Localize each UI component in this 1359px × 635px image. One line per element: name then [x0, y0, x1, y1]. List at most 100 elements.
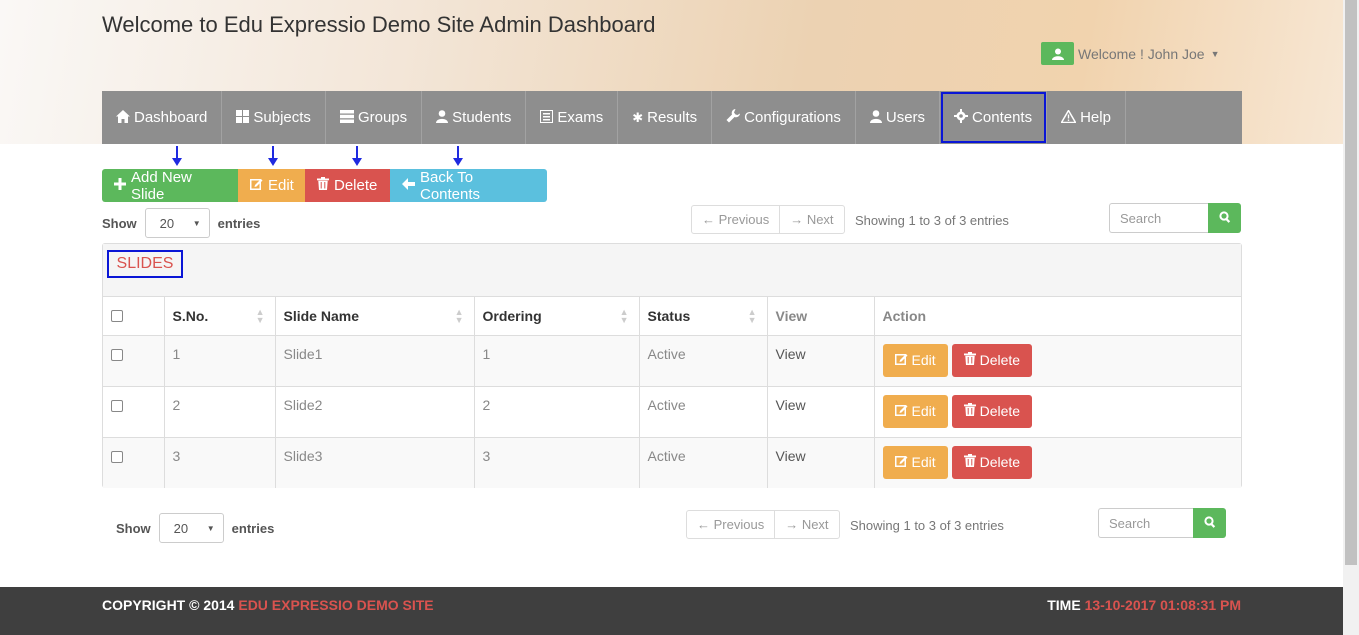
entries-label: entries [231, 520, 275, 536]
column-header-sno[interactable]: S.No. ▲ ▼ [164, 297, 276, 336]
page-length-select[interactable]: 20 ▼ [158, 513, 224, 543]
show-label: Show [102, 215, 137, 231]
delete-button[interactable]: Delete [305, 169, 390, 202]
action-toolbar: Add New Slide Edit Delete Back To Conten… [102, 168, 547, 203]
ordering-cell: 1 [474, 335, 640, 387]
nav-item-results[interactable]: ✱ Results [618, 91, 713, 144]
next-page-button[interactable]: → Next [774, 511, 838, 538]
row-checkbox-cell [103, 335, 165, 387]
button-label: Add New Slide [131, 168, 192, 203]
view-link[interactable]: View [767, 437, 875, 488]
user-menu[interactable]: Welcome ! John Joe ▼ [1041, 42, 1220, 65]
pagination-bottom: ← Previous → Next [686, 510, 840, 539]
search-button[interactable] [1208, 203, 1241, 233]
page-length-control-bottom: Show 20 ▼ entries [116, 513, 274, 543]
action-cell: Edit Delete [874, 335, 1241, 387]
nav-item-exams[interactable]: Exams [526, 91, 619, 144]
nav-item-help[interactable]: Help [1047, 91, 1126, 144]
nav-item-groups[interactable]: Groups [326, 91, 423, 144]
slides-panel: SLIDES S.No. ▲ ▼ Slide Name ▲ ▼ Ordering ▲… [102, 243, 1242, 488]
nav-item-configurations[interactable]: Configurations [712, 91, 856, 144]
row-checkbox[interactable] [111, 450, 123, 463]
search-icon [1218, 210, 1231, 226]
next-page-button[interactable]: → Next [779, 206, 843, 233]
clock: TIME 13-10-2017 01:08:31 PM [1047, 597, 1241, 613]
nav-item-students[interactable]: Students [422, 91, 527, 144]
page-length-control: Show 20 ▼ entries [102, 208, 260, 238]
search-input[interactable]: Search [1098, 508, 1193, 538]
user-icon [869, 109, 882, 126]
nav-item-contents[interactable]: Contents [940, 91, 1048, 144]
column-header-status[interactable]: Status ▲ ▼ [639, 297, 768, 336]
annotation-arrow [172, 146, 182, 166]
list-icon [540, 109, 554, 126]
button-label: Back To Contents [420, 168, 481, 203]
add-new-slide-button[interactable]: Add New Slide [102, 168, 238, 203]
entries-info: Showing 1 to 3 of 3 entries [855, 213, 1009, 228]
back-to-contents-button[interactable]: Back To Contents [390, 168, 547, 203]
view-link[interactable]: View [767, 386, 875, 438]
warning-icon [1060, 108, 1077, 126]
arrow-left-icon [402, 177, 415, 194]
button-label: Delete [334, 177, 378, 194]
table-header-row: S.No. ▲ ▼ Slide Name ▲ ▼ Ordering ▲ ▼ Statu… [103, 297, 1241, 336]
nav-item-dashboard[interactable]: Dashboard [102, 91, 223, 144]
sort-icon: ▲ ▼ [619, 307, 629, 325]
nav-item-label: Help [1080, 109, 1111, 126]
nav-item-label: Subjects [253, 109, 311, 126]
ordering-cell: 2 [474, 386, 640, 438]
edit-icon [894, 403, 908, 419]
row-edit-button[interactable]: Edit [882, 394, 948, 428]
nav-item-subjects[interactable]: Subjects [222, 91, 326, 144]
page-length-value: 20 [173, 520, 189, 536]
edit-icon [894, 352, 908, 368]
action-cell: Edit Delete [874, 386, 1241, 438]
sno-cell: 1 [164, 335, 276, 387]
page-scrollbar[interactable] [1343, 0, 1359, 635]
annotation-arrow [352, 146, 362, 166]
row-edit-button[interactable]: Edit [882, 343, 948, 377]
row-delete-button[interactable]: Delete [951, 394, 1033, 428]
status-cell: Active [639, 335, 768, 387]
search-button[interactable] [1193, 508, 1226, 538]
row-checkbox[interactable] [111, 348, 123, 361]
column-header-slide-name[interactable]: Slide Name ▲ ▼ [275, 297, 475, 336]
scrollbar-thumb[interactable] [1345, 0, 1357, 565]
row-edit-button[interactable]: Edit [882, 445, 948, 479]
page-length-select[interactable]: 20 ▼ [144, 208, 210, 238]
nav-item-label: Results [647, 109, 698, 126]
nav-item-label: Dashboard [134, 109, 208, 126]
wrench-icon [726, 109, 741, 126]
column-header-ordering[interactable]: Ordering ▲ ▼ [474, 297, 640, 336]
user-icon [436, 109, 449, 126]
ordering-cell: 3 [474, 437, 640, 488]
search-icon [1203, 515, 1216, 531]
caret-down-icon: ▼ [206, 523, 215, 533]
previous-page-button[interactable]: ← Previous [692, 206, 779, 233]
nav-item-label: Exams [557, 109, 604, 126]
plus-icon [114, 177, 126, 194]
edit-button[interactable]: Edit [238, 169, 305, 202]
nav-item-label: Users [885, 109, 926, 126]
slides-table: S.No. ▲ ▼ Slide Name ▲ ▼ Ordering ▲ ▼ Statu… [103, 297, 1241, 488]
nav-item-users[interactable]: Users [856, 91, 941, 144]
select-all-checkbox[interactable] [111, 309, 123, 322]
row-checkbox[interactable] [111, 399, 123, 412]
panel-title: SLIDES [107, 250, 183, 278]
nav-item-label: Groups [357, 109, 408, 126]
trash-icon [963, 352, 976, 368]
previous-page-button[interactable]: ← Previous [687, 511, 774, 538]
table-row: 2 Slide2 2 Active View Edit Delete [103, 386, 1241, 438]
user-icon [1041, 42, 1074, 65]
slide-name-cell: Slide2 [275, 386, 475, 438]
search-input[interactable]: Search [1109, 203, 1208, 233]
sno-cell: 3 [164, 437, 276, 488]
column-header-action: Action [874, 297, 1241, 336]
table-row: 3 Slide3 3 Active View Edit Delete [103, 437, 1241, 488]
trash-icon [963, 403, 976, 419]
view-link[interactable]: View [767, 335, 875, 387]
pagination: ← Previous → Next [691, 205, 845, 234]
edit-icon [894, 454, 908, 470]
row-delete-button[interactable]: Delete [951, 445, 1033, 479]
row-delete-button[interactable]: Delete [951, 343, 1033, 377]
